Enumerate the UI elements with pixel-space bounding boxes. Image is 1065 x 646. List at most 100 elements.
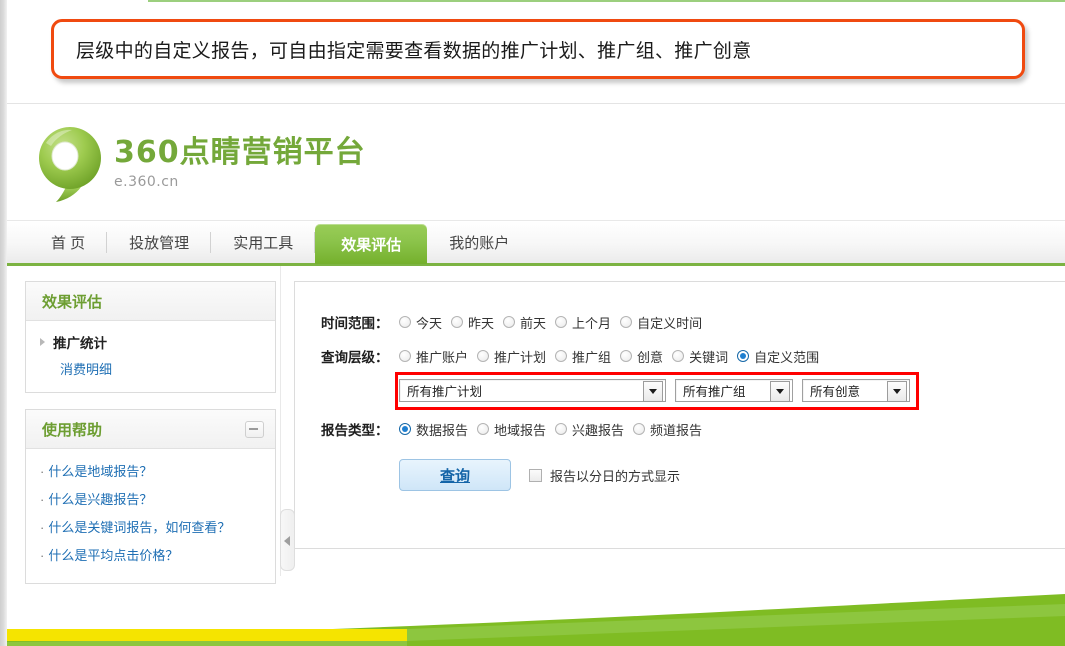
query-button-label: 查询	[439, 467, 470, 485]
annotation-callout-text: 层级中的自定义报告，可自由指定需要查看数据的推广计划、推广组、推广创意	[76, 39, 752, 62]
radio-level-keyword[interactable]: 关键词	[672, 347, 728, 366]
help-link-interest-report[interactable]: · 什么是兴趣报告？	[40, 489, 275, 508]
time-range-label: 时间范围：	[321, 316, 389, 331]
radio-time-today-label: 今天	[416, 315, 443, 331]
radio-icon	[633, 423, 646, 435]
time-range-options: 今天 昨天 前天 上个月 自定义时间	[399, 313, 711, 332]
query-level-options: 推广账户 推广计划 推广组 创意 关键词 自定义范围	[399, 347, 828, 366]
tab-home-label: 首 页	[51, 235, 86, 252]
tab-delivery-management[interactable]: 投放管理	[107, 221, 212, 264]
tab-my-account-label: 我的账户	[449, 235, 510, 252]
radio-report-data[interactable]: 数据报告	[399, 420, 468, 439]
query-level-label: 查询层级：	[321, 350, 389, 365]
bullet-icon: ·	[40, 520, 45, 535]
logo-title: 360点睛营销平台	[114, 135, 366, 170]
radio-level-creative[interactable]: 创意	[620, 347, 663, 366]
checkbox-icon	[529, 468, 542, 482]
sidebar-item-promotion-stats-label: 推广统计	[53, 336, 107, 351]
select-promotion-plan[interactable]: 所有推广计划	[399, 379, 666, 402]
radio-icon	[477, 350, 490, 362]
radio-level-account-label: 推广账户	[416, 349, 469, 365]
help-link-average-cpc[interactable]: · 什么是平均点击价格？	[40, 545, 275, 564]
sidebar-help-panel-header: 使用帮助	[26, 410, 275, 449]
sidebar-nav-panel: 效果评估 推广统计 消费明细	[25, 281, 276, 393]
report-type-options: 数据报告 地域报告 兴趣报告 频道报告	[399, 420, 711, 439]
radio-icon	[399, 350, 411, 362]
window-left-edge	[0, 0, 7, 646]
radio-level-account[interactable]: 推广账户	[399, 347, 468, 366]
time-range-row: 时间范围： 今天 昨天 前天 上个月 自定义时间	[295, 282, 1065, 340]
bullet-icon: ·	[40, 548, 45, 563]
tab-effect-evaluation[interactable]: 效果评估	[315, 224, 428, 264]
submit-row: 查询 报告以分日的方式显示	[295, 446, 1065, 491]
help-link-region-report[interactable]: · 什么是地域报告？	[40, 461, 275, 480]
footer-swoosh-icon	[7, 594, 1065, 646]
content-area: 效果评估 推广统计 消费明细 使用帮助 · 什么是地域报告？ · 什么是兴趣报告…	[7, 266, 1065, 586]
radio-time-day-before[interactable]: 前天	[503, 313, 546, 332]
radio-level-custom[interactable]: 自定义范围	[737, 347, 819, 366]
radio-icon	[555, 350, 568, 362]
sidebar: 效果评估 推广统计 消费明细 使用帮助 · 什么是地域报告？ · 什么是兴趣报告…	[25, 281, 276, 600]
help-link-interest-report-label: 什么是兴趣报告？	[48, 492, 153, 507]
radio-icon	[620, 316, 633, 328]
select-creative[interactable]: 所有创意	[802, 379, 910, 402]
logo-subtitle: e.360.cn	[114, 173, 179, 190]
radio-time-today[interactable]: 今天	[399, 313, 442, 332]
radio-level-custom-label: 自定义范围	[754, 349, 820, 365]
sidebar-item-promotion-stats[interactable]: 推广统计	[40, 332, 261, 352]
radio-time-day-before-label: 前天	[520, 315, 547, 331]
chevron-down-icon[interactable]	[643, 380, 663, 402]
radio-time-last-month[interactable]: 上个月	[555, 313, 611, 332]
radio-icon-selected	[737, 350, 750, 362]
query-button[interactable]: 查询	[399, 459, 511, 491]
radio-icon	[555, 316, 568, 328]
radio-report-interest[interactable]: 兴趣报告	[555, 420, 624, 439]
radio-time-custom[interactable]: 自定义时间	[620, 313, 702, 332]
help-link-list: · 什么是地域报告？ · 什么是兴趣报告？ · 什么是关键词报告，如何查看？ · 什么是…	[26, 449, 275, 583]
radio-level-group[interactable]: 推广组	[555, 347, 611, 366]
chevron-down-icon[interactable]	[770, 380, 790, 402]
tab-useful-tools[interactable]: 实用工具	[211, 221, 316, 264]
select-creative-value: 所有创意	[810, 385, 861, 399]
sidebar-collapse-handle[interactable]	[280, 509, 295, 571]
annotation-callout: 层级中的自定义报告，可自由指定需要查看数据的推广计划、推广组、推广创意	[51, 19, 1025, 79]
radio-level-plan-label: 推广计划	[494, 349, 547, 365]
radio-level-keyword-label: 关键词	[689, 349, 729, 365]
custom-scope-selectors: 所有推广计划 所有推广组 所有创意	[295, 372, 1065, 410]
sidebar-help-panel: 使用帮助 · 什么是地域报告？ · 什么是兴趣报告？ · 什么是关键词报告，如何查看？…	[25, 409, 276, 584]
report-query-panel: 时间范围： 今天 昨天 前天 上个月 自定义时间 查询层级： 推广账户 推广计划…	[294, 281, 1065, 549]
radio-time-last-month-label: 上个月	[572, 315, 612, 331]
select-promotion-plan-value: 所有推广计划	[407, 385, 483, 399]
radio-icon	[477, 423, 490, 435]
radio-icon	[503, 316, 516, 328]
radio-level-plan[interactable]: 推广计划	[477, 347, 546, 366]
radio-icon	[451, 316, 464, 328]
chevron-down-icon[interactable]	[887, 380, 907, 402]
checkbox-daily-split[interactable]: 报告以分日的方式显示	[529, 466, 680, 485]
radio-time-yesterday[interactable]: 昨天	[451, 313, 494, 332]
report-type-label: 报告类型：	[321, 423, 389, 438]
site-logo[interactable]: 360点睛营销平台 e.360.cn	[34, 125, 366, 203]
logo-text: 360点睛营销平台 e.360.cn	[114, 125, 366, 190]
radio-level-creative-label: 创意	[637, 349, 664, 365]
select-promotion-group[interactable]: 所有推广组	[675, 379, 793, 402]
help-link-average-cpc-label: 什么是平均点击价格？	[48, 548, 179, 563]
tab-effect-evaluation-label: 效果评估	[341, 236, 402, 254]
report-type-row: 报告类型： 数据报告 地域报告 兴趣报告 频道报告	[295, 412, 1065, 446]
radio-time-custom-label: 自定义时间	[637, 315, 703, 331]
bullet-icon: ·	[40, 464, 45, 479]
radio-report-channel[interactable]: 频道报告	[633, 420, 702, 439]
sidebar-item-consumption-detail-label: 消费明细	[60, 362, 113, 377]
minimize-icon[interactable]	[245, 421, 264, 438]
tab-home[interactable]: 首 页	[29, 221, 108, 264]
radio-time-yesterday-label: 昨天	[468, 315, 495, 331]
checkbox-daily-split-label: 报告以分日的方式显示	[550, 468, 681, 484]
radio-report-region[interactable]: 地域报告	[477, 420, 546, 439]
select-promotion-group-value: 所有推广组	[683, 385, 746, 399]
help-link-region-report-label: 什么是地域报告？	[48, 464, 153, 479]
tab-my-account[interactable]: 我的账户	[427, 221, 531, 264]
sidebar-item-consumption-detail[interactable]: 消费明细	[60, 359, 261, 378]
help-link-keyword-report[interactable]: · 什么是关键词报告，如何查看？	[40, 517, 275, 536]
speech-bubble-logo-icon	[34, 125, 108, 203]
radio-icon	[672, 350, 685, 362]
